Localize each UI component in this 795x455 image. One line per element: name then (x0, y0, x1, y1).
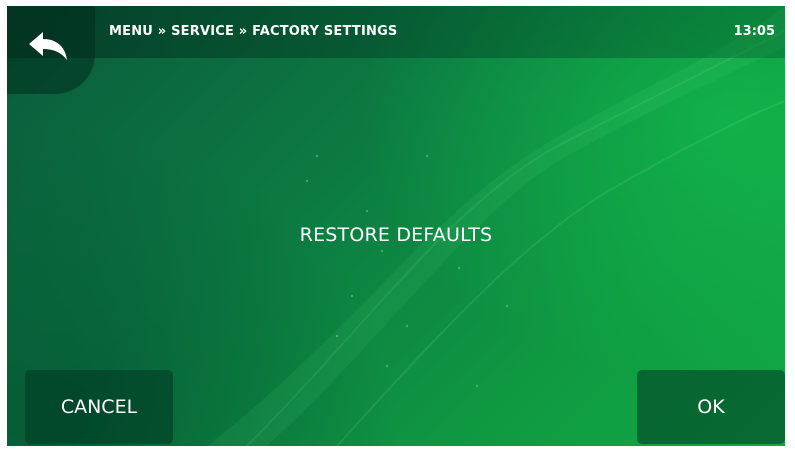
ok-button-label: OK (697, 396, 725, 418)
clock: 13:05 (733, 24, 775, 39)
back-arrow-icon (29, 32, 67, 60)
cancel-button[interactable]: CANCEL (25, 370, 173, 444)
cancel-button-label: CANCEL (60, 396, 138, 418)
breadcrumb: MENU » SERVICE » FACTORY SETTINGS (109, 24, 398, 39)
screen: MENU » SERVICE » FACTORY SETTINGS 13:05 … (7, 6, 785, 446)
dialog-message: RESTORE DEFAULTS (299, 224, 493, 246)
back-button[interactable] (7, 6, 95, 94)
ok-button[interactable]: OK (637, 370, 785, 444)
